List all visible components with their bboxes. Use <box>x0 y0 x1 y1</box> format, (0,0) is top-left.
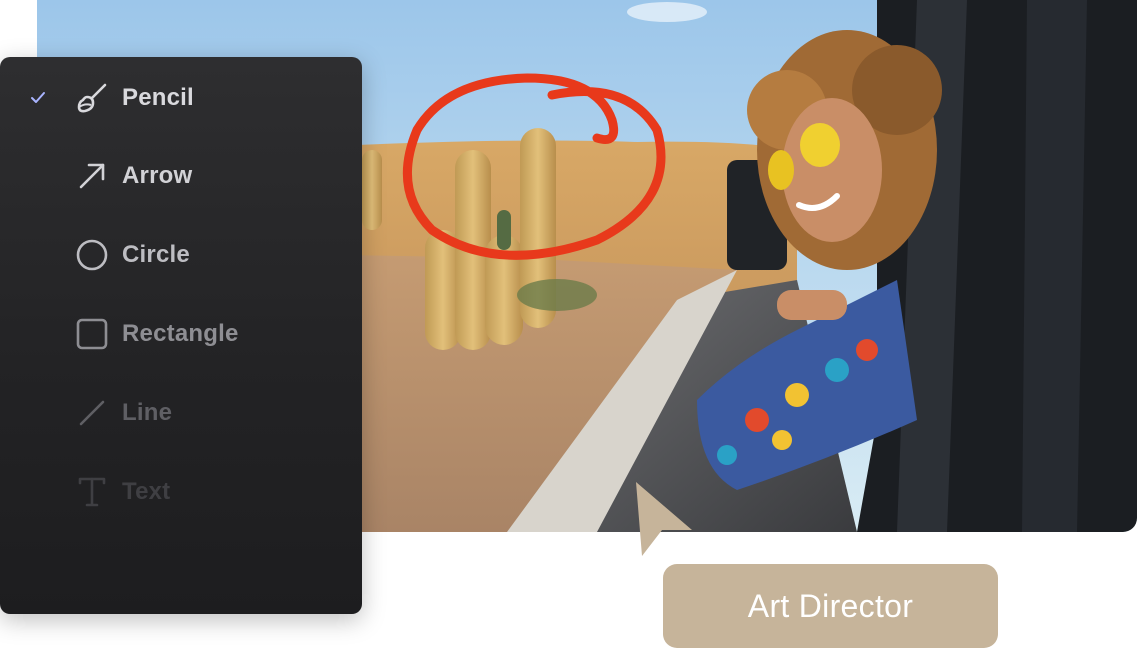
menu-item-arrow[interactable]: Arrow <box>0 146 362 206</box>
checkmark-icon <box>28 88 48 108</box>
menu-item-label: Text <box>122 478 171 505</box>
menu-item-label: Arrow <box>122 162 193 189</box>
arrow-icon <box>74 158 110 194</box>
collaborator-name-tag: Art Director <box>663 564 998 648</box>
menu-item-label: Rectangle <box>122 320 239 347</box>
menu-item-text[interactable]: Text <box>0 462 362 522</box>
menu-item-label: Pencil <box>122 84 194 111</box>
line-icon <box>74 395 110 431</box>
drawing-tool-menu: Pencil Arrow Circle Rectangle Line Text <box>0 57 362 614</box>
circle-icon <box>74 237 110 273</box>
menu-item-circle[interactable]: Circle <box>0 225 362 285</box>
pencil-brush-icon <box>74 80 110 116</box>
menu-item-pencil[interactable]: Pencil <box>0 68 362 128</box>
collaborator-name: Art Director <box>747 587 914 624</box>
menu-item-rectangle[interactable]: Rectangle <box>0 304 362 364</box>
menu-item-line[interactable]: Line <box>0 383 362 443</box>
menu-item-label: Circle <box>122 241 190 268</box>
rectangle-icon <box>74 316 110 352</box>
text-icon <box>74 474 110 510</box>
menu-item-label: Line <box>122 399 173 426</box>
collaborator-cursor-icon <box>632 478 696 558</box>
